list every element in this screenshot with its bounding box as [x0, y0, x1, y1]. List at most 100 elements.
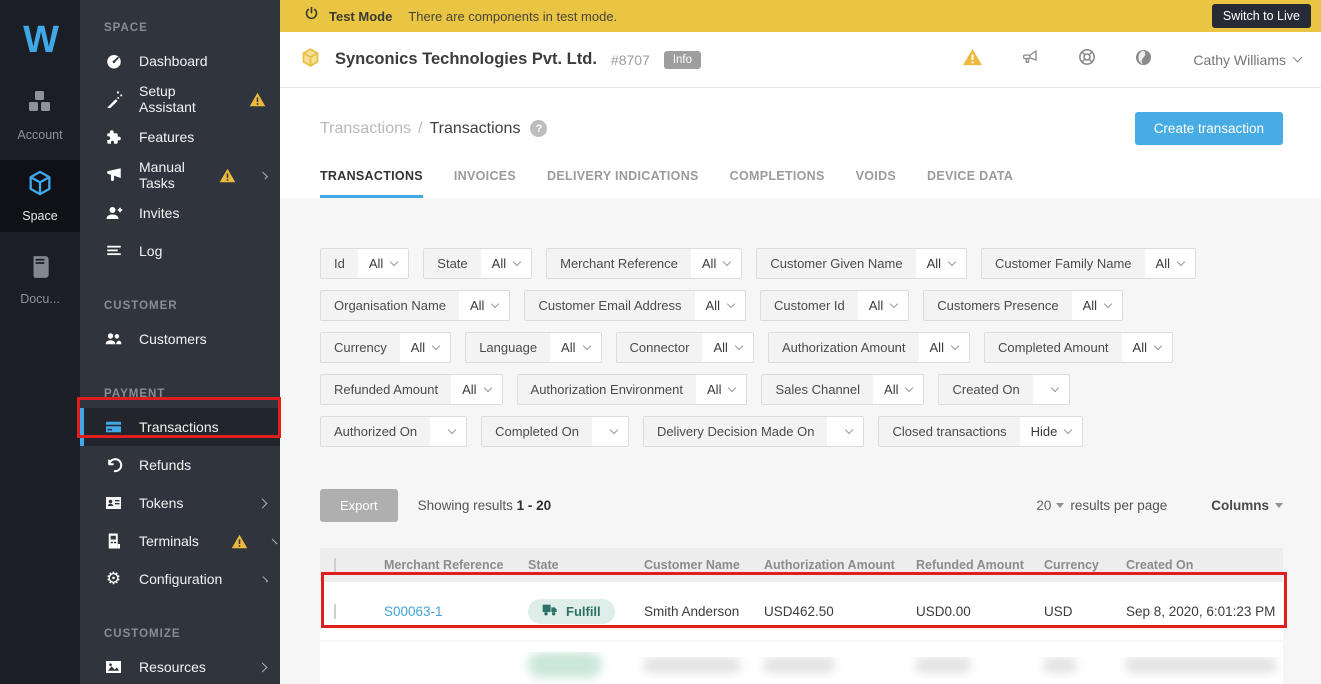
rail-item-documentation[interactable]: Docu...	[0, 244, 80, 316]
sidebar-item-refunds[interactable]: Refunds	[80, 446, 280, 484]
help-icon[interactable]: ?	[530, 120, 547, 137]
tab-device-data[interactable]: DEVICE DATA	[927, 169, 1013, 198]
warning-icon[interactable]	[962, 48, 983, 71]
column-header-created-on[interactable]: Created On	[1118, 558, 1283, 572]
results-per-page: 20 results per page	[1036, 498, 1167, 513]
column-header-merchant-reference[interactable]: Merchant Reference	[376, 558, 520, 572]
created-on-cell: Sep 8, 2020, 6:01:23 PM	[1118, 604, 1283, 619]
columns-button[interactable]: Columns	[1211, 498, 1283, 513]
space-cube-icon	[300, 47, 321, 73]
filter-authorization-amount[interactable]: Authorization AmountAll	[768, 332, 970, 363]
chevron-down-icon	[1064, 426, 1072, 434]
row-checkbox[interactable]	[334, 604, 336, 619]
filter-customer-given-name[interactable]: Customer Given NameAll	[756, 248, 967, 279]
filter-completed-on[interactable]: Completed On	[481, 416, 629, 447]
credit-card-icon	[104, 418, 123, 436]
chevron-down-icon	[491, 300, 499, 308]
tab-voids[interactable]: VOIDS	[856, 169, 896, 198]
tab-transactions[interactable]: TRANSACTIONS	[320, 169, 423, 198]
filter-refunded-amount[interactable]: Refunded AmountAll	[320, 374, 503, 405]
chevron-down-icon	[432, 342, 440, 350]
sidebar-item-terminals[interactable]: Terminals	[80, 522, 280, 560]
merchant-reference-link[interactable]: S00063-1	[384, 604, 443, 619]
warning-icon	[231, 534, 248, 549]
export-button[interactable]: Export	[320, 489, 398, 522]
column-header-state[interactable]: State	[520, 558, 636, 572]
column-header-refunded-amount[interactable]: Refunded Amount	[908, 558, 1036, 572]
info-badge[interactable]: Info	[664, 51, 701, 69]
megaphone-icon	[104, 166, 123, 184]
filter-merchant-reference[interactable]: Merchant ReferenceAll	[546, 248, 742, 279]
dropdown-triangle-icon	[1056, 503, 1064, 508]
chevron-down-icon	[1293, 53, 1303, 63]
filter-customers-presence[interactable]: Customers PresenceAll	[923, 290, 1123, 321]
table-row[interactable]: S00063-1 Fulfill Smith Anderson USD462.5…	[320, 582, 1283, 640]
user-menu[interactable]: Cathy Williams	[1193, 52, 1301, 68]
sidebar-item-transactions[interactable]: Transactions	[80, 408, 280, 446]
image-icon	[104, 658, 123, 676]
filter-completed-amount[interactable]: Completed AmountAll	[984, 332, 1173, 363]
truck-icon	[542, 604, 558, 619]
sidebar-item-setup-assistant[interactable]: Setup Assistant	[80, 80, 280, 118]
language-globe-icon[interactable]	[1134, 48, 1153, 72]
chevron-down-icon	[948, 258, 956, 266]
space-cube-icon	[26, 169, 54, 202]
filter-language[interactable]: LanguageAll	[465, 332, 601, 363]
sidebar-item-customers[interactable]: Customers	[80, 320, 280, 358]
rail-item-space[interactable]: Space	[0, 160, 80, 232]
list-icon	[104, 242, 123, 260]
filter-created-on[interactable]: Created On	[938, 374, 1069, 405]
create-transaction-button[interactable]: Create transaction	[1135, 112, 1283, 145]
per-page-select[interactable]: 20	[1036, 498, 1064, 513]
filter-currency[interactable]: CurrencyAll	[320, 332, 451, 363]
filter-connector[interactable]: ConnectorAll	[616, 332, 754, 363]
sidebar-item-dashboard[interactable]: Dashboard	[80, 42, 280, 80]
select-all-checkbox[interactable]	[334, 558, 336, 572]
sidebar-item-resources[interactable]: Resources	[80, 648, 280, 684]
brand-logo: W	[23, 19, 57, 62]
filter-customer-id[interactable]: Customer IdAll	[760, 290, 909, 321]
logo-button[interactable]: W	[0, 0, 80, 80]
sidebar-item-tokens[interactable]: Tokens	[80, 484, 280, 522]
power-icon	[304, 6, 319, 26]
tab-delivery-indications[interactable]: DELIVERY INDICATIONS	[547, 169, 699, 198]
tab-invoices[interactable]: INVOICES	[454, 169, 516, 198]
filter-state[interactable]: StateAll	[423, 248, 532, 279]
sidebar-item-invites[interactable]: Invites	[80, 194, 280, 232]
filter-sales-channel[interactable]: Sales ChannelAll	[761, 374, 924, 405]
column-header-customer-name[interactable]: Customer Name	[636, 558, 756, 572]
announcements-megaphone-icon[interactable]	[1020, 48, 1040, 71]
chevron-down-icon	[723, 258, 731, 266]
table-row-obscured[interactable]	[320, 642, 1283, 684]
column-header-authorization-amount[interactable]: Authorization Amount	[756, 558, 908, 572]
sidebar-item-log[interactable]: Log	[80, 232, 280, 270]
gear-icon: ⚙	[104, 571, 123, 588]
status-badge: Fulfill	[528, 599, 615, 624]
sidebar-item-manual-tasks[interactable]: Manual Tasks	[80, 156, 280, 194]
filter-authorized-on[interactable]: Authorized On	[320, 416, 467, 447]
filter-closed-transactions[interactable]: Closed transactionsHide	[878, 416, 1083, 447]
space-header: Synconics Technologies Pvt. Ltd. #8707 I…	[280, 32, 1321, 88]
chevron-down-icon	[513, 258, 521, 266]
switch-to-live-button[interactable]: Switch to Live	[1212, 4, 1311, 28]
filter-delivery-decision-made-on[interactable]: Delivery Decision Made On	[643, 416, 865, 447]
filter-id[interactable]: IdAll	[320, 248, 409, 279]
breadcrumb-parent[interactable]: Transactions	[320, 120, 411, 138]
filter-organisation-name[interactable]: Organisation NameAll	[320, 290, 510, 321]
tab-completions[interactable]: COMPLETIONS	[730, 169, 825, 198]
sidebar-section-customize: CUSTOMIZE	[80, 628, 280, 640]
undo-icon	[104, 456, 123, 474]
filter-authorization-environment[interactable]: Authorization EnvironmentAll	[517, 374, 748, 405]
help-lifebuoy-icon[interactable]	[1077, 47, 1097, 72]
sidebar-item-configuration[interactable]: ⚙ Configuration	[80, 560, 280, 598]
column-header-currency[interactable]: Currency	[1036, 558, 1118, 572]
filter-customer-email-address[interactable]: Customer Email AddressAll	[524, 290, 746, 321]
filter-customer-family-name[interactable]: Customer Family NameAll	[981, 248, 1196, 279]
authorization-amount-cell: USD462.50	[756, 604, 908, 619]
chevron-right-icon	[272, 538, 278, 544]
sidebar-item-features[interactable]: Features	[80, 118, 280, 156]
rail-item-account[interactable]: Account	[0, 80, 80, 152]
chevron-right-icon	[258, 662, 268, 672]
warning-icon	[219, 168, 236, 183]
page-title: Transactions	[429, 120, 520, 138]
